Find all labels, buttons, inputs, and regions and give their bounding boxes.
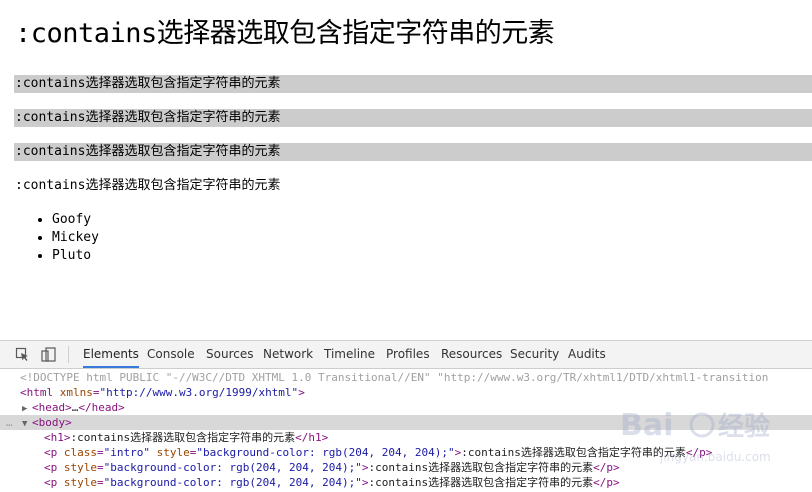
dom-node-p[interactable]: <p style="background-color: rgb(204, 204… [0, 475, 812, 490]
device-mode-icon[interactable] [41, 347, 56, 362]
list-item: Mickey [52, 229, 99, 247]
dom-node-h1[interactable]: <h1>:contains选择器选取包含指定字符串的元素</h1> [0, 430, 812, 445]
tab-timeline[interactable]: Timeline [324, 341, 375, 368]
tab-audits[interactable]: Audits [568, 341, 606, 368]
ellipsis-icon: … [6, 416, 13, 429]
inspect-element-icon[interactable] [15, 347, 30, 362]
paragraph-intro: :contains选择器选取包含指定字符串的元素 [14, 75, 812, 93]
paragraph-highlighted: :contains选择器选取包含指定字符串的元素 [14, 109, 812, 127]
tab-console[interactable]: Console [147, 341, 195, 368]
paragraph-highlighted: :contains选择器选取包含指定字符串的元素 [14, 143, 812, 161]
dom-tree: <!DOCTYPE html PUBLIC "-//W3C//DTD XHTML… [0, 370, 812, 490]
rendered-page: :contains选择器选取包含指定字符串的元素 :contains选择器选取包… [0, 0, 812, 340]
tab-network[interactable]: Network [263, 341, 313, 368]
list-item: Goofy [52, 211, 99, 229]
toolbar-separator [68, 346, 69, 363]
dom-node-body[interactable]: … ▼ <body> [0, 415, 812, 430]
tab-elements[interactable]: Elements [83, 341, 139, 368]
tab-resources[interactable]: Resources [441, 341, 502, 368]
expand-triangle-icon[interactable]: ▶ [22, 402, 32, 415]
tab-security[interactable]: Security [510, 341, 559, 368]
dom-node-head[interactable]: ▶ <head>…</head> [0, 400, 812, 415]
tab-profiles[interactable]: Profiles [386, 341, 430, 368]
paragraph-plain: :contains选择器选取包含指定字符串的元素 [15, 178, 281, 193]
tab-sources[interactable]: Sources [206, 341, 253, 368]
devtools-panel: Elements Console Sources Network Timelin… [0, 340, 812, 492]
dom-node-p-intro[interactable]: <p class="intro" style="background-color… [0, 445, 812, 460]
devtools-toolbar: Elements Console Sources Network Timelin… [0, 341, 812, 369]
collapse-triangle-icon[interactable]: ▼ [22, 417, 32, 430]
page-heading: :contains选择器选取包含指定字符串的元素 [15, 18, 555, 49]
dom-node-doctype[interactable]: <!DOCTYPE html PUBLIC "-//W3C//DTD XHTML… [0, 370, 812, 385]
dom-node-p[interactable]: <p style="background-color: rgb(204, 204… [0, 460, 812, 475]
list-item: Pluto [52, 247, 99, 265]
dom-node-html[interactable]: <html xmlns="http://www.w3.org/1999/xhtm… [0, 385, 812, 400]
name-list: Goofy Mickey Pluto [34, 211, 99, 265]
